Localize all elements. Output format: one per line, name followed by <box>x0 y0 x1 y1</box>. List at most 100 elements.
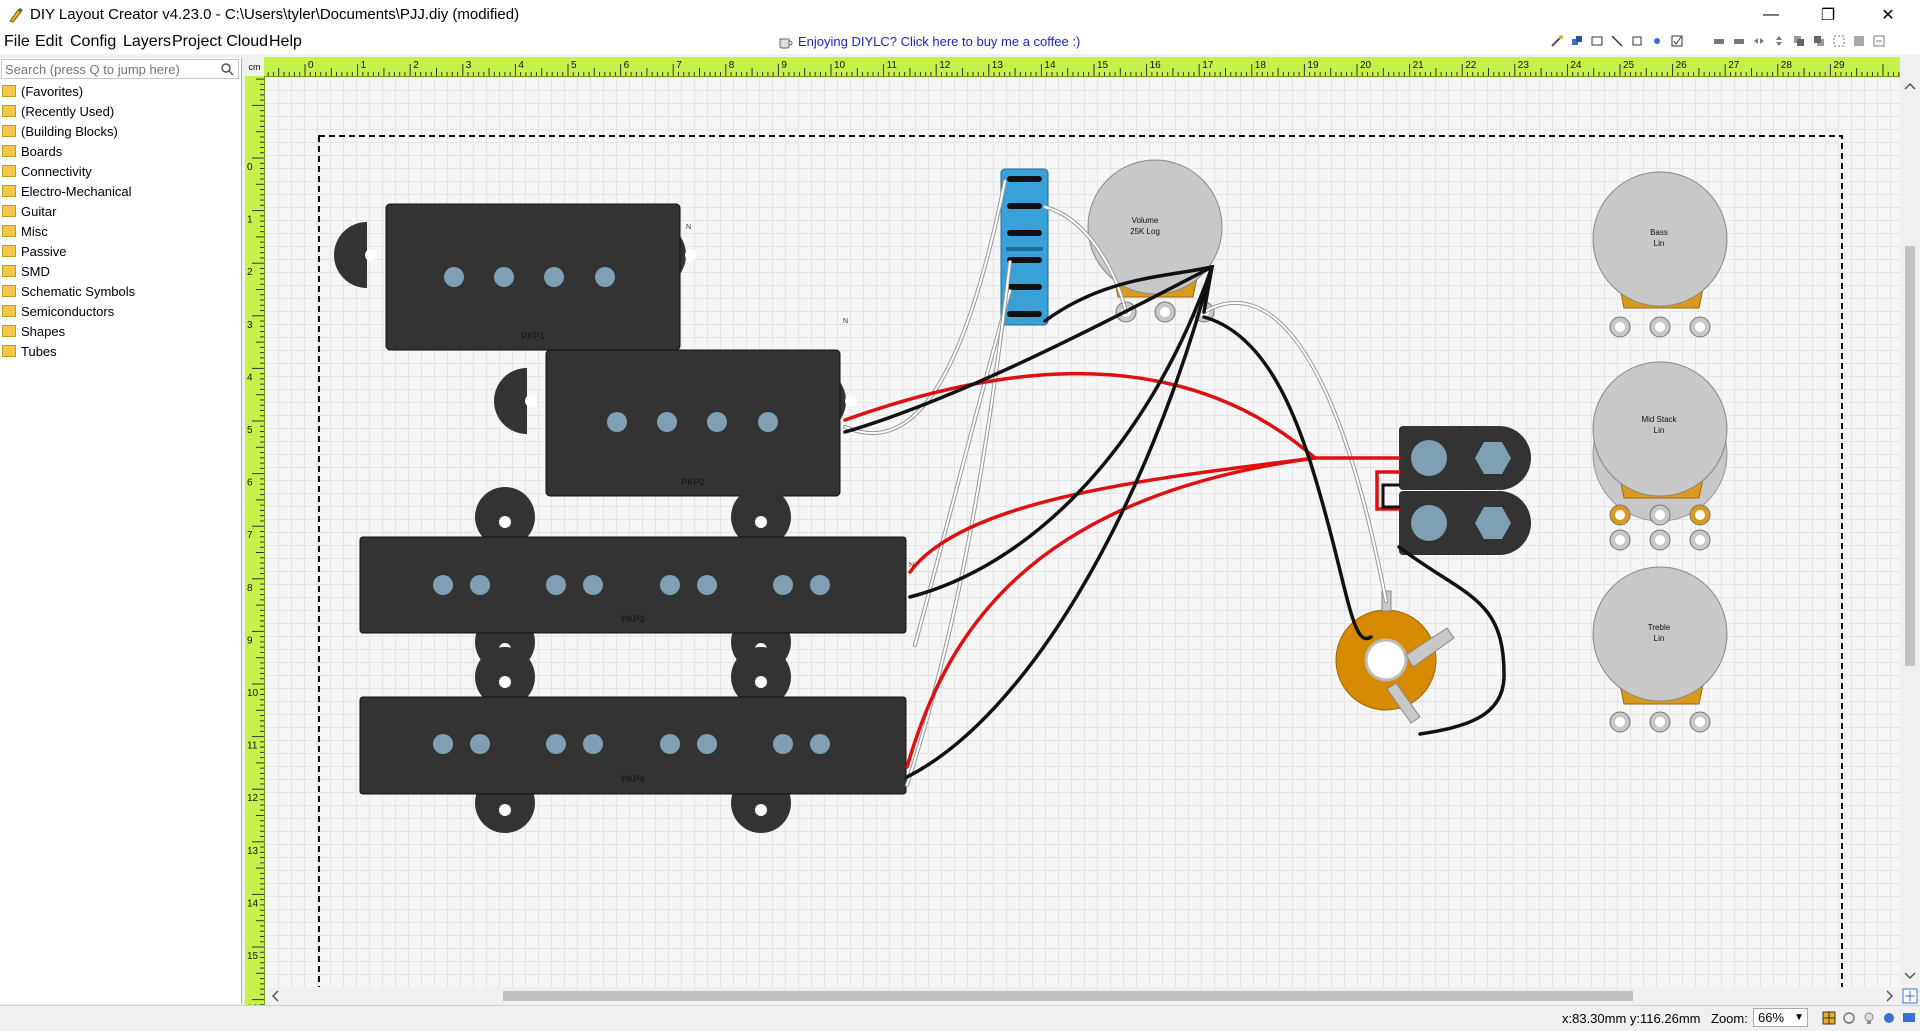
ruler-top-label: 3 <box>466 60 472 71</box>
pickup-pkp4[interactable]: PKP4 <box>359 647 907 833</box>
treble-pot[interactable]: Treble Lin <box>1592 566 1728 733</box>
pickup-pkp1[interactable]: PKP1 N <box>334 203 697 351</box>
ruler-unit[interactable]: cm <box>245 57 264 76</box>
flip-vertical-icon[interactable] <box>1772 34 1786 48</box>
folder-item[interactable]: Boards <box>2 141 135 161</box>
ungroup-icon[interactable] <box>1852 34 1866 48</box>
folder-icon <box>2 85 16 97</box>
bring-front-icon[interactable] <box>1792 34 1806 48</box>
ruler-left-label: 3 <box>247 320 253 331</box>
folder-label: (Recently Used) <box>21 103 115 119</box>
menu-help[interactable]: Help <box>269 33 302 51</box>
navigator-icon[interactable] <box>1900 987 1920 1005</box>
lightbulb-icon[interactable] <box>1862 1011 1876 1025</box>
ruler-left-label: 13 <box>247 846 259 857</box>
monitor-icon[interactable] <box>1902 1011 1916 1025</box>
rotate-left-icon[interactable] <box>1712 34 1726 48</box>
folder-icon <box>2 185 16 197</box>
search-icon[interactable] <box>220 62 234 76</box>
treble-pot-value: Lin <box>1654 634 1665 643</box>
scroll-left-icon[interactable] <box>267 987 283 1005</box>
ruler-top-label: 21 <box>1413 60 1425 71</box>
horizontal-scroll-thumb[interactable] <box>503 991 1633 1001</box>
treble-pot-label: Treble <box>1648 623 1671 632</box>
ruler-top-label: 13 <box>992 60 1004 71</box>
search-box <box>1 59 239 79</box>
checkbox-tool-icon[interactable] <box>1670 34 1684 48</box>
ruler-left-label: 14 <box>247 898 259 909</box>
drawing-canvas[interactable]: PKP1 N PKP2 N PKP3 N PKP4 Volume 25K Log… <box>265 77 1900 987</box>
ruler-left-label: 15 <box>247 951 259 962</box>
bass-pot-value: Lin <box>1654 239 1665 248</box>
bass-pot-label: Bass <box>1650 228 1668 237</box>
square-tool-icon[interactable] <box>1630 34 1644 48</box>
folder-item[interactable]: Misc <box>2 221 135 241</box>
folder-icon <box>2 325 16 337</box>
magic-wand-icon[interactable] <box>1550 34 1564 48</box>
menu-config[interactable]: Config <box>70 33 116 51</box>
dual-jack-block[interactable] <box>1399 426 1531 555</box>
toolbar-left-group <box>1550 34 1684 48</box>
folder-label: (Building Blocks) <box>21 123 118 139</box>
line-tool-icon[interactable] <box>1610 34 1624 48</box>
folder-item[interactable]: (Favorites) <box>2 81 135 101</box>
align-icon[interactable] <box>1872 34 1886 48</box>
send-back-icon[interactable] <box>1812 34 1826 48</box>
cloud-sync-icon[interactable] <box>1882 1011 1896 1025</box>
grid-icon[interactable] <box>1822 1011 1836 1025</box>
mid-stack-pot[interactable]: Mid Stack Lin <box>1592 361 1728 551</box>
output-jack[interactable] <box>1335 590 1455 724</box>
folder-item[interactable]: Electro-Mechanical <box>2 181 135 201</box>
folder-item[interactable]: Connectivity <box>2 161 135 181</box>
vertical-scrollbar[interactable] <box>1900 76 1920 986</box>
folder-item[interactable]: Guitar <box>2 201 135 221</box>
folder-item[interactable]: (Building Blocks) <box>2 121 135 141</box>
menu-layers[interactable]: Layers <box>123 33 171 51</box>
close-button[interactable]: ✕ <box>1865 0 1911 30</box>
horizontal-scrollbar[interactable] <box>265 987 1900 1005</box>
bass-pot[interactable]: Bass Lin <box>1592 171 1728 338</box>
ruler-left-label: 6 <box>247 478 253 489</box>
scroll-up-icon[interactable] <box>1900 78 1920 94</box>
zoom-value: 66% <box>1758 1010 1785 1025</box>
minimize-button[interactable]: — <box>1748 0 1794 30</box>
ruler-top-label: 23 <box>1518 60 1530 71</box>
volume-pot-label: Volume <box>1132 216 1159 225</box>
folder-item[interactable]: Schematic Symbols <box>2 281 135 301</box>
folder-item[interactable]: Tubes <box>2 341 135 361</box>
search-input[interactable] <box>2 60 218 78</box>
folder-item[interactable]: Shapes <box>2 321 135 341</box>
ruler-left[interactable]: 012345678910111213141516 <box>245 76 265 1015</box>
window-title: DIY Layout Creator v4.23.0 - C:\Users\ty… <box>30 6 520 23</box>
refresh-icon[interactable] <box>1842 1011 1856 1025</box>
pickup-pkp3[interactable]: PKP3 N <box>359 487 914 672</box>
zoom-select[interactable]: 66% ▼ <box>1753 1008 1808 1027</box>
ruler-left-label: 8 <box>247 583 253 594</box>
folder-icon <box>2 125 16 137</box>
coffee-link[interactable]: Enjoying DIYLC? Click here to buy me a c… <box>778 34 1080 49</box>
folder-item[interactable]: SMD <box>2 261 135 281</box>
ruler-top[interactable]: 0 1 2 3 4 5 6 7 8 9 10 11 12 13 14 15 16 17 18 19 20 21 22 23 24… <box>245 57 1900 77</box>
rotate-right-icon[interactable] <box>1732 34 1746 48</box>
folder-item[interactable]: (Recently Used) <box>2 101 135 121</box>
group-icon[interactable] <box>1832 34 1846 48</box>
folder-item[interactable]: Passive <box>2 241 135 261</box>
menu-project-cloud[interactable]: Project Cloud <box>172 33 268 51</box>
folder-item[interactable]: Semiconductors <box>2 301 135 321</box>
flip-horizontal-icon[interactable] <box>1752 34 1766 48</box>
folder-icon <box>2 205 16 217</box>
ruler-top-label: 12 <box>939 60 951 71</box>
maximize-button[interactable]: ❐ <box>1805 0 1851 30</box>
folder-icon <box>2 145 16 157</box>
ruler-top-label: 6 <box>624 60 630 71</box>
vertical-scroll-thumb[interactable] <box>1905 246 1915 666</box>
zoom-label: Zoom: <box>1711 1011 1748 1026</box>
component-group-icon[interactable] <box>1570 34 1584 48</box>
rectangle-tool-icon[interactable] <box>1590 34 1604 48</box>
scroll-right-icon[interactable] <box>1882 987 1898 1005</box>
folder-icon <box>2 305 16 317</box>
menu-edit[interactable]: Edit <box>35 33 63 51</box>
scroll-down-icon[interactable] <box>1900 968 1920 984</box>
menu-file[interactable]: File <box>4 33 30 51</box>
connector-tool-icon[interactable] <box>1650 34 1664 48</box>
